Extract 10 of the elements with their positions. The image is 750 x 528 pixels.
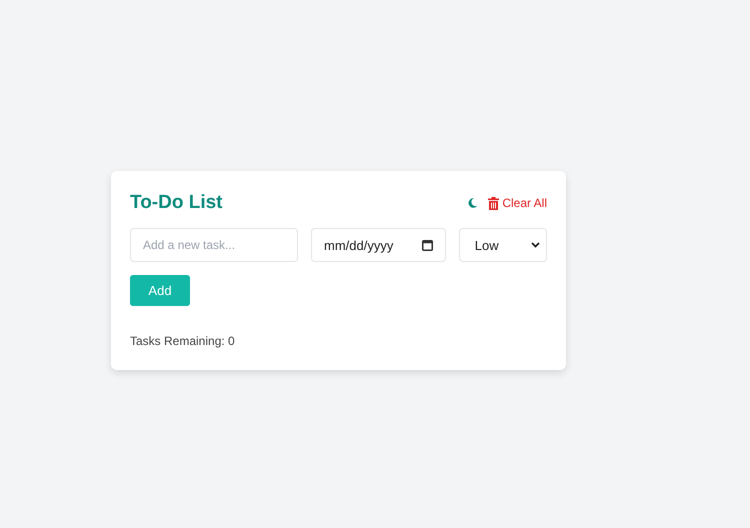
calendar-icon	[422, 239, 433, 251]
app-title: To-Do List	[130, 192, 223, 214]
trash-icon	[488, 196, 500, 210]
tasks-remaining-text: Tasks Remaining: 0	[130, 334, 236, 348]
chevron-down-icon	[531, 242, 540, 248]
date-field[interactable]: mm/dd/yyyy	[311, 228, 446, 262]
moon-icon[interactable]	[467, 197, 478, 209]
clear-all-button[interactable]: Clear All	[488, 196, 547, 210]
task-input-field[interactable]: Add a new task...	[130, 228, 298, 262]
priority-select[interactable]: Low	[458, 228, 547, 262]
